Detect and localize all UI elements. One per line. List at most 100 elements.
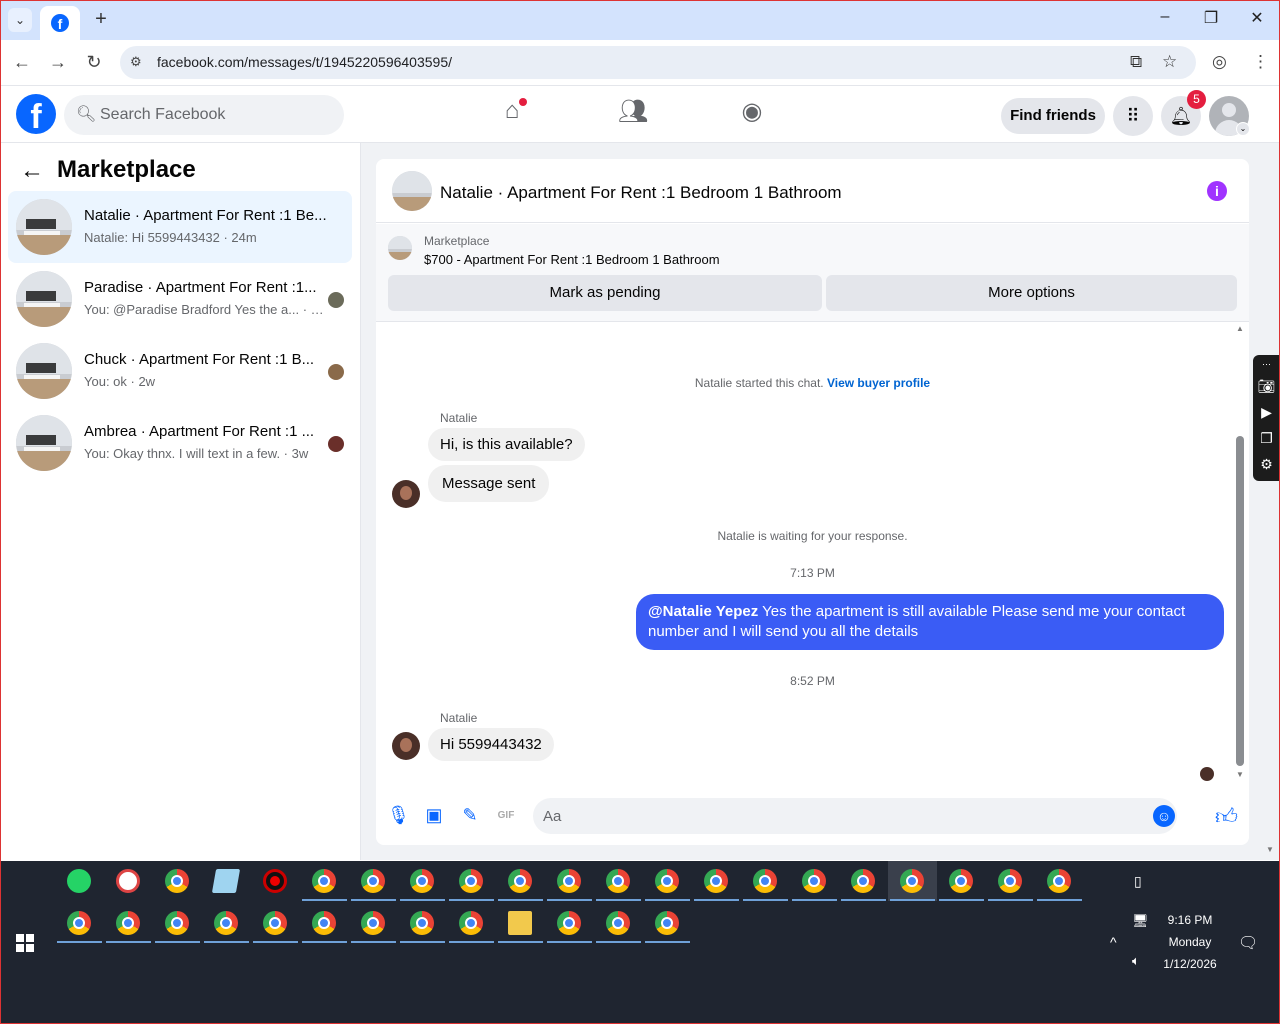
chrome-app-icon[interactable] — [349, 903, 398, 943]
tray-chevron-icon[interactable]: ^ — [1110, 934, 1117, 950]
address-bar[interactable]: ⚙ facebook.com/messages/t/19452205964035… — [120, 46, 1196, 79]
clock-time[interactable]: 9:16 PM — [1160, 913, 1220, 927]
bookmark-star-icon[interactable]: ☆ — [1162, 52, 1177, 72]
new-tab-button[interactable]: + — [90, 8, 112, 30]
chrome-app-icon[interactable] — [496, 861, 545, 901]
chrome-app-icon[interactable] — [790, 861, 839, 901]
conversation-item[interactable]: Chuck · Apartment For Rent :1 B... You: … — [8, 335, 352, 407]
network-icon[interactable]: 🖥︎ — [1132, 913, 1149, 929]
sender-avatar[interactable] — [392, 480, 420, 508]
emoji-icon[interactable]: ☺ — [1153, 805, 1175, 827]
friends-icon[interactable]: 👥︎ — [613, 97, 653, 133]
clock-date[interactable]: 1/12/2026 — [1156, 957, 1224, 971]
tab-search-dropdown-icon[interactable]: ⌄ — [8, 8, 32, 32]
chrome-app-icon[interactable] — [447, 903, 496, 943]
whatsapp-app-icon[interactable] — [55, 861, 104, 901]
photo-icon[interactable]: ▣ — [423, 805, 445, 827]
tab-facebook[interactable]: f — [40, 6, 80, 40]
thumbs-up-icon[interactable]: 👍︎ — [1215, 803, 1238, 830]
groups-icon[interactable]: ◉ — [732, 97, 772, 133]
phone-link-icon[interactable]: ▯ — [1134, 873, 1142, 890]
chrome-app-icon[interactable] — [398, 903, 447, 943]
chrome-app-icon[interactable] — [594, 903, 643, 943]
chrome-app-icon[interactable] — [300, 903, 349, 943]
recorder-app-icon[interactable] — [251, 861, 300, 901]
chrome-app-icon[interactable] — [692, 861, 741, 901]
chrome-app-icon[interactable] — [545, 903, 594, 943]
chrome-app-icon[interactable] — [153, 861, 202, 901]
forward-arrow-icon[interactable]: → — [47, 52, 69, 73]
volume-icon[interactable]: 🔈︎ — [1132, 953, 1140, 969]
minimize-button[interactable]: – — [1153, 8, 1177, 26]
chrome-app-icon[interactable] — [55, 903, 104, 943]
message-input[interactable] — [543, 798, 1123, 834]
profile-icon[interactable]: ◎ — [1212, 52, 1227, 72]
chrome-app-icon[interactable] — [741, 861, 790, 901]
chrome-app-icon[interactable] — [153, 903, 202, 943]
clock-day[interactable]: Monday — [1160, 935, 1220, 949]
chrome-app-icon[interactable] — [986, 861, 1035, 901]
site-settings-icon[interactable]: ⚙ — [130, 54, 142, 70]
chrome-menu-icon[interactable]: ⋮ — [1252, 52, 1269, 72]
incoming-message[interactable]: Hi, is this available? — [428, 428, 585, 461]
paint-app-icon[interactable] — [104, 861, 153, 901]
chrome-app-icon[interactable] — [1035, 861, 1084, 901]
chrome-app-icon[interactable] — [545, 861, 594, 901]
reload-icon[interactable]: ↻ — [83, 52, 105, 73]
info-icon[interactable]: i — [1207, 181, 1227, 201]
microphone-icon[interactable]: 🎙︎ — [387, 805, 410, 827]
incoming-message[interactable]: Hi 5599443432 — [428, 728, 554, 761]
restore-button[interactable]: ❐ — [1199, 8, 1223, 28]
gif-icon[interactable]: GIF — [495, 805, 517, 827]
chrome-app-icon[interactable] — [839, 861, 888, 901]
page-scroll-down-icon[interactable]: ▼ — [1266, 845, 1274, 854]
chrome-app-icon[interactable] — [594, 861, 643, 901]
mark-pending-button[interactable]: Mark as pending — [388, 275, 822, 311]
facebook-logo-icon[interactable]: f — [16, 94, 56, 134]
chrome-app-icon[interactable] — [202, 903, 251, 943]
sticker-icon[interactable]: ✎ — [459, 805, 481, 827]
sender-avatar[interactable] — [392, 732, 420, 760]
scrollbar-thumb[interactable] — [1236, 436, 1244, 766]
chrome-app-icon[interactable] — [643, 861, 692, 901]
notification-center-icon[interactable]: 🗨︎ — [1238, 933, 1258, 953]
search-box[interactable]: 🔍︎ — [64, 95, 344, 135]
settings-gear-icon[interactable]: ⚙ — [1253, 451, 1280, 477]
account-chevron-icon[interactable]: ⌄ — [1236, 122, 1250, 136]
message-scrollbar[interactable]: ▲ ▼ — [1232, 322, 1248, 785]
mention[interactable]: @Natalie Yepez — [648, 603, 758, 620]
chrome-app-icon[interactable] — [251, 903, 300, 943]
listing-thumbnail[interactable] — [392, 171, 432, 211]
windows-start-icon[interactable] — [16, 934, 34, 952]
chrome-app-icon[interactable] — [643, 903, 692, 943]
chrome-app-icon[interactable] — [104, 903, 153, 943]
incoming-message[interactable]: Message sent — [428, 465, 550, 502]
chrome-app-icon[interactable] — [398, 861, 447, 901]
find-friends-button[interactable]: Find friends — [1001, 98, 1105, 134]
chrome-app-icon[interactable] — [349, 861, 398, 901]
video-icon[interactable]: ▶ — [1253, 399, 1280, 425]
notepad-app-icon[interactable] — [202, 861, 251, 901]
more-options-button[interactable]: More options — [826, 275, 1237, 311]
camera-icon[interactable]: 📷︎ — [1253, 373, 1280, 399]
back-arrow-icon[interactable]: ← — [20, 157, 44, 185]
search-input[interactable] — [100, 95, 330, 135]
scroll-down-icon[interactable]: ▼ — [1236, 770, 1244, 779]
url-text[interactable]: facebook.com/messages/t/1945220596403595… — [157, 54, 452, 70]
file-explorer-icon[interactable] — [496, 903, 545, 943]
install-app-icon[interactable]: ⧉ — [1130, 52, 1142, 72]
scroll-up-icon[interactable]: ▲ — [1236, 324, 1244, 333]
chrome-app-icon[interactable] — [300, 861, 349, 901]
chrome-app-icon-active[interactable] — [888, 861, 937, 901]
chrome-app-icon[interactable] — [937, 861, 986, 901]
chrome-app-icon[interactable] — [447, 861, 496, 901]
listing-title[interactable]: $700 - Apartment For Rent :1 Bedroom 1 B… — [424, 252, 720, 267]
outgoing-message[interactable]: @Natalie Yepez Yes the apartment is stil… — [636, 594, 1224, 650]
view-buyer-profile-link[interactable]: View buyer profile — [827, 376, 930, 390]
chat-title[interactable]: Natalie · Apartment For Rent :1 Bedroom … — [440, 183, 842, 203]
conversation-item[interactable]: Natalie · Apartment For Rent :1 Be... Na… — [8, 191, 352, 263]
tool-menu-icon[interactable]: ⋯ — [1253, 355, 1280, 373]
menu-grid-icon[interactable]: ⠿ — [1113, 96, 1153, 136]
back-arrow-icon[interactable]: ← — [11, 52, 33, 73]
windows-icon[interactable]: ❐ — [1253, 425, 1280, 451]
